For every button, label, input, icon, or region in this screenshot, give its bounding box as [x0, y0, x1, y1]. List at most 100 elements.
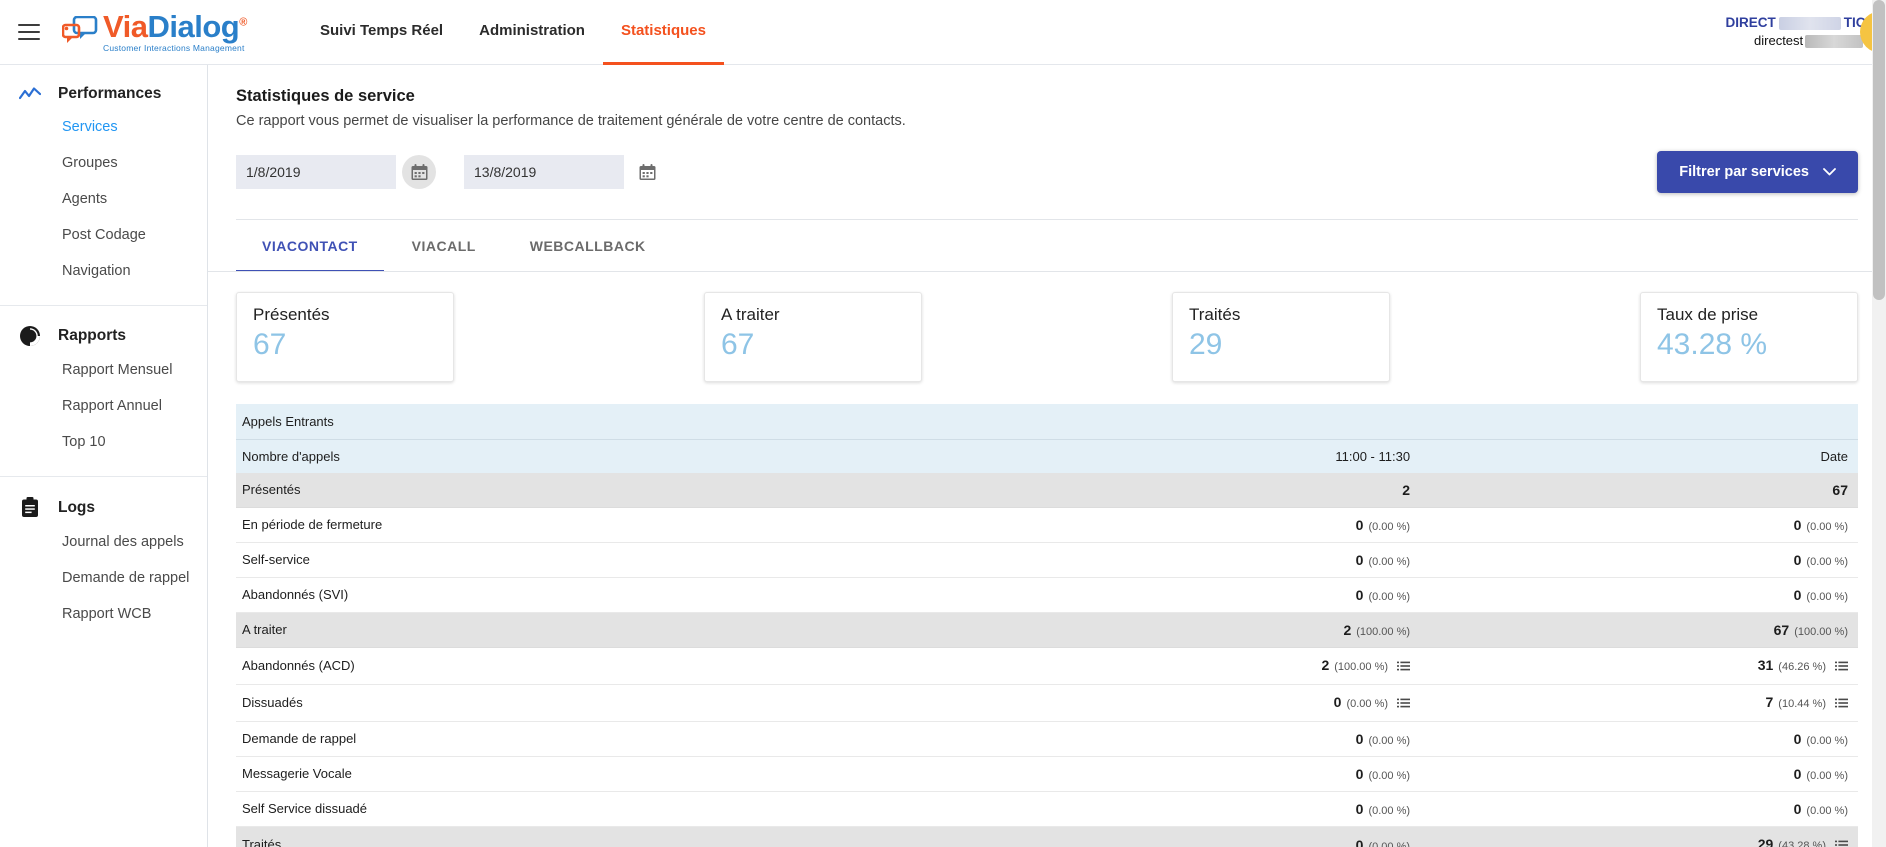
user-organization: DIRECT TION: [1726, 14, 1877, 32]
date-range-end: [464, 155, 664, 189]
cell-percentage: (100.00 %): [1334, 660, 1389, 673]
sidebar-section-rapports: Rapports Rapport Mensuel Rapport Annuel …: [0, 306, 207, 477]
table-group-title: Appels Entrants: [236, 403, 1858, 440]
start-date-calendar-icon[interactable]: [402, 155, 436, 189]
cell-date-total: 67: [1420, 472, 1858, 508]
sidebar-item-top-10[interactable]: Top 10: [0, 424, 207, 460]
row-label: A traiter: [236, 612, 983, 648]
nav-item-suivi-temps-reel[interactable]: Suivi Temps Réel: [302, 0, 461, 65]
cell-percentage: (0.00 %): [1346, 697, 1389, 710]
cell-value: 0: [1355, 586, 1364, 603]
end-date-calendar-icon[interactable]: [630, 155, 664, 189]
cell-timeslot: 0 (0.00 %): [982, 791, 1421, 827]
sidebar-item-groupes[interactable]: Groupes: [0, 145, 207, 181]
cell-value: 0: [1355, 836, 1364, 847]
start-date-input[interactable]: [236, 155, 396, 189]
tab-webcallback[interactable]: WEBCALLBACK: [504, 220, 672, 272]
table-row: A traiter 2 (100.00 %) 67 (100.00 %): [236, 612, 1858, 648]
pie-chart-icon: [18, 326, 42, 346]
speech-bubbles-icon: [61, 15, 98, 51]
list-detail-icon[interactable]: [1835, 697, 1848, 712]
user-organization-prefix: DIRECT: [1725, 15, 1776, 31]
user-account-area[interactable]: DIRECT TION directest m: [1726, 0, 1886, 65]
list-detail-icon[interactable]: [1835, 839, 1848, 847]
cell-percentage: (0.00 %): [1368, 804, 1411, 817]
cell-value: 0: [1355, 800, 1364, 817]
sidebar-section-title: Rapports: [58, 327, 127, 344]
kpi-value: 43.28 %: [1657, 327, 1768, 361]
filter-row: Filtrer par services: [236, 151, 1858, 193]
trending-line-icon: [18, 87, 42, 101]
end-date-input[interactable]: [464, 155, 624, 189]
cell-percentage: (100.00 %): [1356, 625, 1411, 638]
table-row: Messagerie Vocale 0 (0.00 %) 0 (0.00 %): [236, 756, 1858, 792]
cell-date-total: 0 (0.00 %): [1420, 756, 1858, 792]
filter-by-services-button[interactable]: Filtrer par services: [1657, 151, 1858, 193]
cell-percentage: (0.00 %): [1806, 555, 1848, 568]
sidebar-item-services[interactable]: Services: [0, 109, 207, 145]
viadialog-logo[interactable]: ViaDialog® Customer Interactions Managem…: [61, 11, 292, 53]
row-label: Self-service: [236, 542, 983, 578]
logo-registered-mark: ®: [239, 16, 247, 29]
cell-date-total: 0 (0.00 %): [1420, 721, 1858, 757]
row-label: En période de fermeture: [236, 507, 983, 543]
column-header-date: Date: [1420, 439, 1858, 473]
cell-value: 0: [1333, 693, 1342, 710]
cell-value: 31: [1757, 656, 1774, 673]
list-detail-icon[interactable]: [1397, 660, 1411, 675]
clipboard-icon: [18, 497, 42, 518]
body-wrapper: Performances Services Groupes Agents Pos…: [0, 65, 1886, 847]
cell-percentage: (10.44 %): [1778, 697, 1826, 710]
kpi-value: 29: [1189, 327, 1223, 361]
list-detail-icon[interactable]: [1835, 660, 1848, 675]
cell-timeslot: 0 (0.00 %): [982, 826, 1421, 847]
page-scrollbar[interactable]: [1872, 0, 1886, 847]
cell-percentage: (0.00 %): [1368, 734, 1411, 747]
row-label: Dissuadés: [236, 684, 983, 722]
cell-timeslot: 0 (0.00 %): [982, 721, 1421, 757]
cell-date-total: 0 (0.00 %): [1420, 791, 1858, 827]
top-bar: ViaDialog® Customer Interactions Managem…: [0, 0, 1886, 65]
sidebar-item-demande-de-rappel[interactable]: Demande de rappel: [0, 560, 207, 596]
page-scrollbar-thumb[interactable]: [1873, 0, 1885, 300]
sidebar-item-post-codage[interactable]: Post Codage: [0, 217, 207, 253]
statistics-table: Appels Entrants Nombre d'appels 11:00 - …: [236, 403, 1858, 847]
column-header-timeslot: 11:00 - 11:30: [982, 439, 1421, 473]
hamburger-menu-icon[interactable]: [18, 24, 40, 40]
sidebar-section-performances: Performances Services Groupes Agents Pos…: [0, 65, 207, 306]
cell-value: 7: [1765, 693, 1774, 710]
cell-percentage: (0.00 %): [1806, 769, 1848, 782]
cell-value: 0: [1355, 730, 1364, 747]
kpi-card-presentes: Présentés 67: [236, 291, 454, 382]
page-description: Ce rapport vous permet de visualiser la …: [236, 113, 906, 129]
cell-percentage: (0.00 %): [1806, 804, 1848, 817]
cell-percentage: (0.00 %): [1368, 590, 1411, 603]
tab-viacall[interactable]: VIACALL: [384, 220, 504, 272]
list-detail-icon[interactable]: [1397, 697, 1411, 712]
cell-percentage: (100.00 %): [1794, 625, 1848, 638]
tab-viacontact[interactable]: VIACONTACT: [236, 220, 384, 272]
sidebar-item-rapport-wcb[interactable]: Rapport WCB: [0, 596, 207, 632]
sidebar-section-logs: Logs Journal des appels Demande de rappe…: [0, 477, 207, 648]
nav-item-statistiques[interactable]: Statistiques: [602, 0, 724, 65]
date-range-start: [236, 155, 436, 189]
cell-value: 67: [1773, 621, 1790, 638]
cell-date-total: 29 (43.28 %): [1420, 826, 1858, 847]
nav-item-administration[interactable]: Administration: [461, 0, 603, 65]
cell-percentage: (0.00 %): [1368, 555, 1411, 568]
sidebar-item-rapport-annuel[interactable]: Rapport Annuel: [0, 388, 207, 424]
table-row: Abandonnés (SVI) 0 (0.00 %) 0 (0.00 %): [236, 577, 1858, 613]
cell-timeslot: 0 (0.00 %): [982, 684, 1421, 722]
cell-percentage: (0.00 %): [1368, 769, 1411, 782]
cell-percentage: (0.00 %): [1368, 840, 1411, 847]
sidebar-item-agents[interactable]: Agents: [0, 181, 207, 217]
cell-timeslot: 2 (100.00 %): [982, 647, 1421, 685]
sidebar-item-journal-des-appels[interactable]: Journal des appels: [0, 524, 207, 560]
row-label: Demande de rappel: [236, 721, 983, 757]
row-label: Messagerie Vocale: [236, 756, 983, 792]
sidebar-item-rapport-mensuel[interactable]: Rapport Mensuel: [0, 352, 207, 388]
cell-value: 0: [1793, 551, 1802, 568]
cell-date-total: 67 (100.00 %): [1420, 612, 1858, 648]
sidebar-item-navigation[interactable]: Navigation: [0, 253, 207, 289]
cell-timeslot: 2 (100.00 %): [982, 612, 1421, 648]
